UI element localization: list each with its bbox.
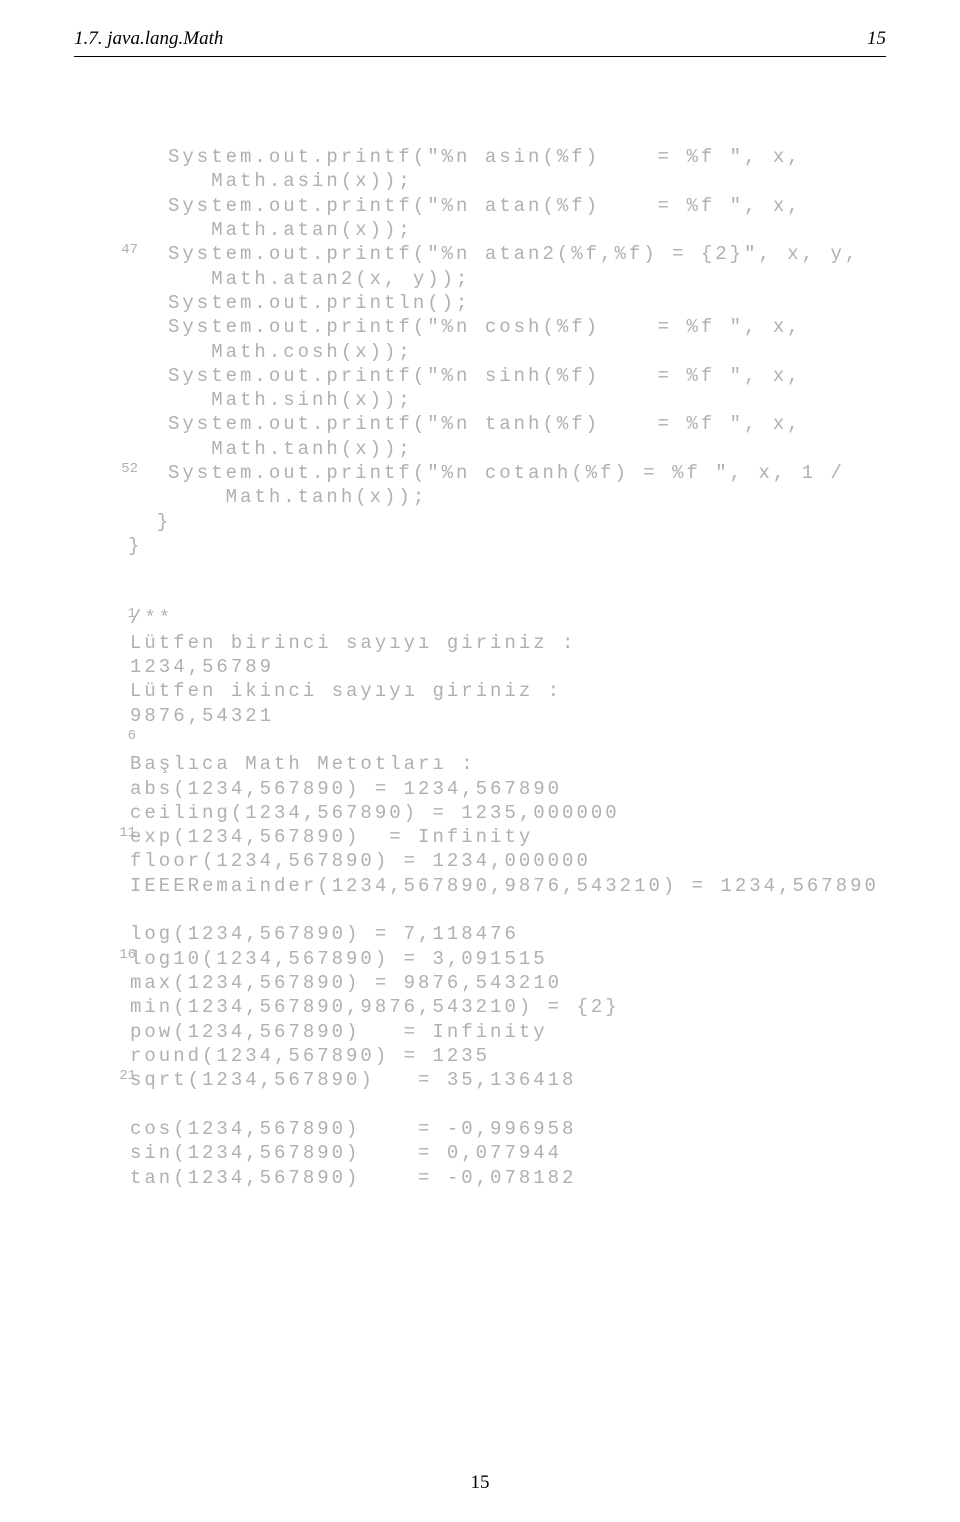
line-number: 6 [106,728,136,746]
page-header: 1.7. java.lang.Math 15 [0,0,960,56]
code-line: Math.asin(x)); [168,169,830,193]
code-line: sin(1234,567890) = 0,077944 [130,1141,860,1165]
code-line: max(1234,567890) = 9876,543210 [130,971,860,995]
code-line: pow(1234,567890) = Infinity [130,1020,860,1044]
code-line: System.out.printf("%n cosh(%f) = %f ", x… [168,315,830,339]
code-line: abs(1234,567890) = 1234,567890 [130,777,860,801]
line-number: 16 [106,947,136,965]
code-line: System.out.printf("%n tanh(%f) = %f ", x… [168,412,830,436]
code-listing-2: 1/** Lütfen birinci sayıyı giriniz : 123… [130,606,860,1190]
code-line: 9876,54321 [130,704,860,728]
code-text: exp(1234,567890) = Infinity [130,826,533,848]
code-line: 11exp(1234,567890) = Infinity [130,825,860,849]
code-line: Math.cosh(x)); [168,340,830,364]
code-line: Math.atan(x)); [168,218,830,242]
code-line: Math.atan2(x, y)); [168,267,830,291]
code-line: 52System.out.printf("%n cotanh(%f) = %f … [168,461,830,485]
code-line: round(1234,567890) = 1235 [130,1044,860,1068]
code-line: ceiling(1234,567890) = 1235,000000 [130,801,860,825]
code-line: 47System.out.printf("%n atan2(%f,%f) = {… [168,242,830,266]
code-line: min(1234,567890,9876,543210) = {2} [130,995,860,1019]
code-line: System.out.printf("%n asin(%f) = %f ", x… [168,145,830,169]
code-line: } [128,534,830,558]
code-text: System.out.printf("%n cotanh(%f) = %f ",… [168,462,845,484]
line-number: 47 [108,242,138,260]
code-line: 1/** [130,606,860,630]
code-line: System.out.printf("%n atan(%f) = %f ", x… [168,194,830,218]
code-text: /** [130,607,173,629]
header-rule [74,56,886,57]
code-line: IEEERemainder(1234,567890,9876,543210) =… [130,874,860,898]
code-listing-1: System.out.printf("%n asin(%f) = %f ", x… [168,145,830,558]
line-number: 1 [106,606,136,624]
code-line: Math.tanh(x)); [168,485,830,509]
page-number-top: 15 [867,28,886,50]
line-number: 11 [106,825,136,843]
code-line [130,898,860,922]
section-title: 1.7. java.lang.Math [74,28,223,50]
code-line: cos(1234,567890) = -0,996958 [130,1117,860,1141]
code-line: 16log10(1234,567890) = 3,091515 [130,947,860,971]
code-line: Math.sinh(x)); [168,388,830,412]
code-line: 21sqrt(1234,567890) = 35,136418 [130,1068,860,1092]
code-line: tan(1234,567890) = -0,078182 [130,1166,860,1190]
code-line: 1234,56789 [130,655,860,679]
line-number: 21 [106,1068,136,1086]
code-text: sqrt(1234,567890) = 35,136418 [130,1069,576,1091]
code-line: Başlıca Math Metotları : [130,752,860,776]
page-number-bottom: 15 [471,1472,490,1493]
code-line: floor(1234,567890) = 1234,000000 [130,849,860,873]
code-text: System.out.printf("%n atan2(%f,%f) = {2}… [168,243,859,265]
code-line: } [128,510,830,534]
code-line [130,1093,860,1117]
code-line: log(1234,567890) = 7,118476 [130,922,860,946]
code-line: System.out.println(); [168,291,830,315]
code-line: System.out.printf("%n sinh(%f) = %f ", x… [168,364,830,388]
line-number: 52 [108,461,138,479]
code-line [130,728,860,752]
code-line: Math.tanh(x)); [168,437,830,461]
page-footer: 15 [0,1472,960,1494]
code-text: log10(1234,567890) = 3,091515 [130,948,548,970]
code-line: Lütfen birinci sayıyı giriniz : [130,631,860,655]
code-line: Lütfen ikinci sayıyı giriniz : [130,679,860,703]
